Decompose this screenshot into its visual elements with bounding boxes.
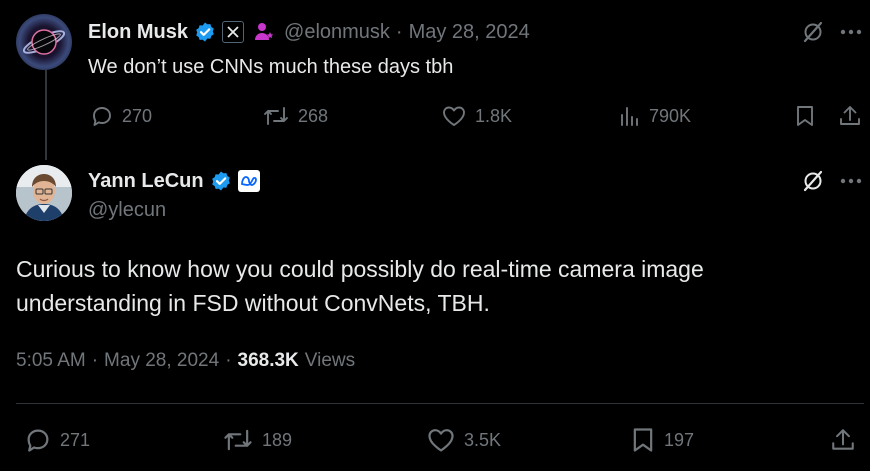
- reply-count: 270: [122, 105, 153, 126]
- reply-icon: [90, 104, 114, 128]
- x-logo-icon[interactable]: [222, 21, 245, 43]
- more-icon[interactable]: [838, 169, 864, 193]
- author-handle[interactable]: @ylecun: [88, 199, 166, 222]
- views-count: 790K: [649, 105, 692, 126]
- bookmark-icon: [630, 426, 656, 454]
- author-name[interactable]: Yann LeCun: [88, 170, 204, 193]
- elon-avatar[interactable]: [16, 14, 72, 70]
- separator-dot: ·: [395, 20, 403, 43]
- repost-count: 189: [262, 429, 293, 450]
- grok-icon[interactable]: [800, 19, 826, 45]
- black-hole-image-icon: [22, 29, 66, 55]
- tweet-time[interactable]: 5:05 AM: [16, 350, 86, 372]
- repost-icon: [222, 426, 254, 454]
- parent-tweet-text: We don’t use CNNs much these days tbh: [88, 56, 454, 78]
- views-icon: [619, 104, 641, 128]
- share-icon: [838, 104, 862, 128]
- reply-count: 271: [60, 429, 91, 450]
- bookmark-icon: [794, 104, 816, 128]
- yann-avatar[interactable]: [16, 165, 72, 221]
- reply-button[interactable]: 271: [24, 426, 90, 454]
- repost-button[interactable]: 189: [222, 426, 292, 454]
- verified-badge-icon: [194, 21, 216, 43]
- grok-icon[interactable]: [800, 168, 826, 194]
- divider: [16, 403, 864, 404]
- reply-button[interactable]: 270: [90, 104, 152, 128]
- like-button[interactable]: 3.5K: [426, 426, 501, 454]
- views-count: 368.3K: [237, 350, 299, 371]
- like-icon: [426, 426, 456, 454]
- parent-tweet-header: Elon Musk @elonmusk · May 28, 2024: [88, 18, 530, 46]
- meta-logo-icon[interactable]: [237, 170, 260, 192]
- views-button[interactable]: 790K: [619, 104, 691, 128]
- bookmark-button[interactable]: [794, 104, 816, 128]
- tweet-date[interactable]: May 28, 2024: [409, 21, 530, 44]
- tweet-metadata: 5:05 AM · May 28, 2024 · 368.3K Views: [16, 350, 355, 372]
- repost-icon: [262, 104, 290, 128]
- bookmark-count: 197: [664, 429, 695, 450]
- like-icon: [441, 104, 467, 128]
- share-icon: [830, 426, 856, 454]
- author-handle[interactable]: @elonmusk: [284, 21, 390, 44]
- repost-button[interactable]: 268: [262, 104, 328, 128]
- share-button[interactable]: [838, 104, 862, 128]
- tweet-date[interactable]: May 28, 2024: [104, 350, 219, 372]
- more-icon[interactable]: [838, 20, 864, 44]
- affiliate-person-icon: [252, 20, 276, 44]
- like-count: 3.5K: [464, 429, 502, 450]
- repost-count: 268: [298, 105, 329, 126]
- like-count: 1.8K: [475, 105, 513, 126]
- separator-dot: ·: [225, 350, 232, 371]
- verified-badge-icon: [210, 170, 232, 192]
- share-button[interactable]: [830, 426, 856, 454]
- like-button[interactable]: 1.8K: [441, 104, 512, 128]
- separator-dot: ·: [91, 350, 99, 371]
- main-tweet-header: Yann LeCun: [88, 168, 260, 194]
- views-label: Views: [304, 350, 356, 371]
- bookmark-button[interactable]: 197: [630, 426, 694, 454]
- thread-line: [45, 70, 47, 160]
- author-name[interactable]: Elon Musk: [88, 21, 188, 44]
- reply-icon: [24, 426, 52, 454]
- main-tweet-text: Curious to know how you could possibly d…: [16, 256, 704, 316]
- profile-photo-icon: [16, 165, 72, 221]
